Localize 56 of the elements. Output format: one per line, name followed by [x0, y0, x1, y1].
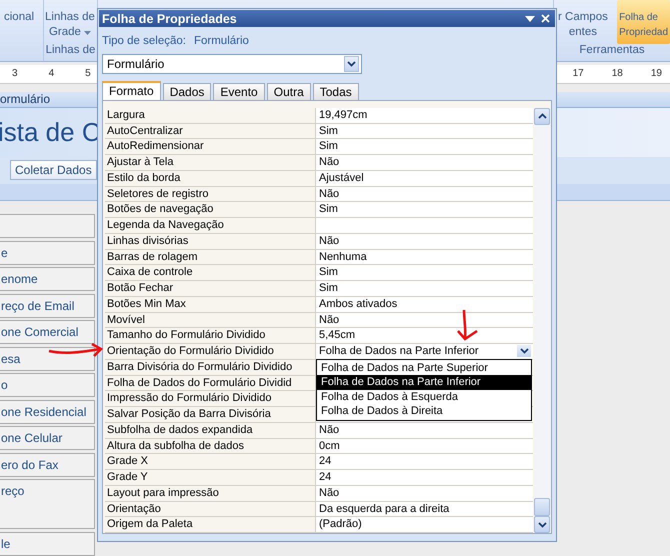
- close-icon[interactable]: [541, 14, 550, 24]
- chevron-up-icon: [538, 113, 547, 120]
- dropdown-icon[interactable]: [525, 16, 535, 22]
- ruler-number: 17: [572, 68, 584, 80]
- dropdown-option[interactable]: Folha de Dados na Parte Inferior: [317, 375, 531, 390]
- group-label: Linhas de: [44, 44, 96, 58]
- dropdown-option[interactable]: Folha de Dados na Parte Superior: [317, 360, 531, 376]
- scroll-down-button[interactable]: [534, 516, 550, 533]
- field-label: e: [0, 240, 95, 265]
- selection-type: Formulário: [194, 35, 249, 48]
- ruler-number: 18: [612, 68, 623, 80]
- caret-icon: [84, 30, 91, 34]
- dropdown-option[interactable]: Folha de Dados à Esquerda: [317, 390, 531, 404]
- gridlines-button[interactable]: Linhas de Grade: [44, 10, 96, 40]
- dropdown-button[interactable]: [517, 345, 532, 357]
- field-label: one Celular: [0, 426, 95, 450]
- collect-data-button[interactable]: Coletar Dados: [10, 160, 97, 180]
- property-name: Salvar Posição da Barra Divisória: [105, 407, 316, 422]
- ruler-number: 3: [12, 68, 18, 80]
- tab[interactable]: Formato: [102, 80, 161, 100]
- ruler-number: 4: [48, 68, 54, 80]
- scrollbar-thumb[interactable]: [534, 498, 550, 516]
- property-sheet-button[interactable]: Folha de Propriedad: [617, 0, 670, 44]
- ribbon-button[interactable]: cional: [0, 10, 38, 25]
- dropdown-option[interactable]: Folha de Dados à Direita: [317, 404, 531, 419]
- ruler-number: 19: [650, 68, 662, 80]
- field-label: enome: [0, 267, 95, 292]
- field-label: one Residencial: [0, 400, 95, 424]
- field-label: ero do Fax: [0, 452, 95, 477]
- window-title: Folha de Propriedades: [102, 12, 238, 26]
- chevron-down-icon: [347, 60, 356, 67]
- selection-type-label: Tipo de seleção:: [102, 35, 186, 48]
- tab[interactable]: Outra: [266, 82, 311, 100]
- form-tab[interactable]: ormulário: [0, 92, 50, 107]
- field-label: o: [0, 373, 95, 398]
- annotation-arrow: [455, 309, 479, 341]
- field-label: esa: [0, 346, 95, 371]
- field-label: le: [0, 532, 95, 556]
- value-cell[interactable]: [316, 218, 534, 233]
- field-label: one Comercial: [0, 320, 95, 344]
- field-label: reço: [0, 479, 95, 530]
- fields-button[interactable]: r Campos entes: [554, 10, 612, 40]
- tab[interactable]: Todas: [312, 82, 359, 100]
- object-combo[interactable]: Formulário: [102, 54, 362, 74]
- ruler-number: 5: [85, 68, 91, 80]
- annotation-arrow: [48, 343, 104, 359]
- field-label: reço de Email: [0, 294, 95, 318]
- group-label: Ferramentas: [578, 44, 646, 58]
- chevron-down-icon: [538, 522, 547, 528]
- tab[interactable]: Dados: [162, 82, 212, 100]
- property-name: Folha de Dados do Formulário Dividid: [105, 376, 316, 390]
- chevron-down-icon: [520, 348, 529, 354]
- scroll-up-button[interactable]: [534, 108, 550, 125]
- property-name: Impressão do Formulário Dividido: [105, 391, 316, 406]
- tab[interactable]: Evento: [213, 82, 265, 100]
- property-name: Barra Divisória do Formulário Dividido: [105, 360, 316, 374]
